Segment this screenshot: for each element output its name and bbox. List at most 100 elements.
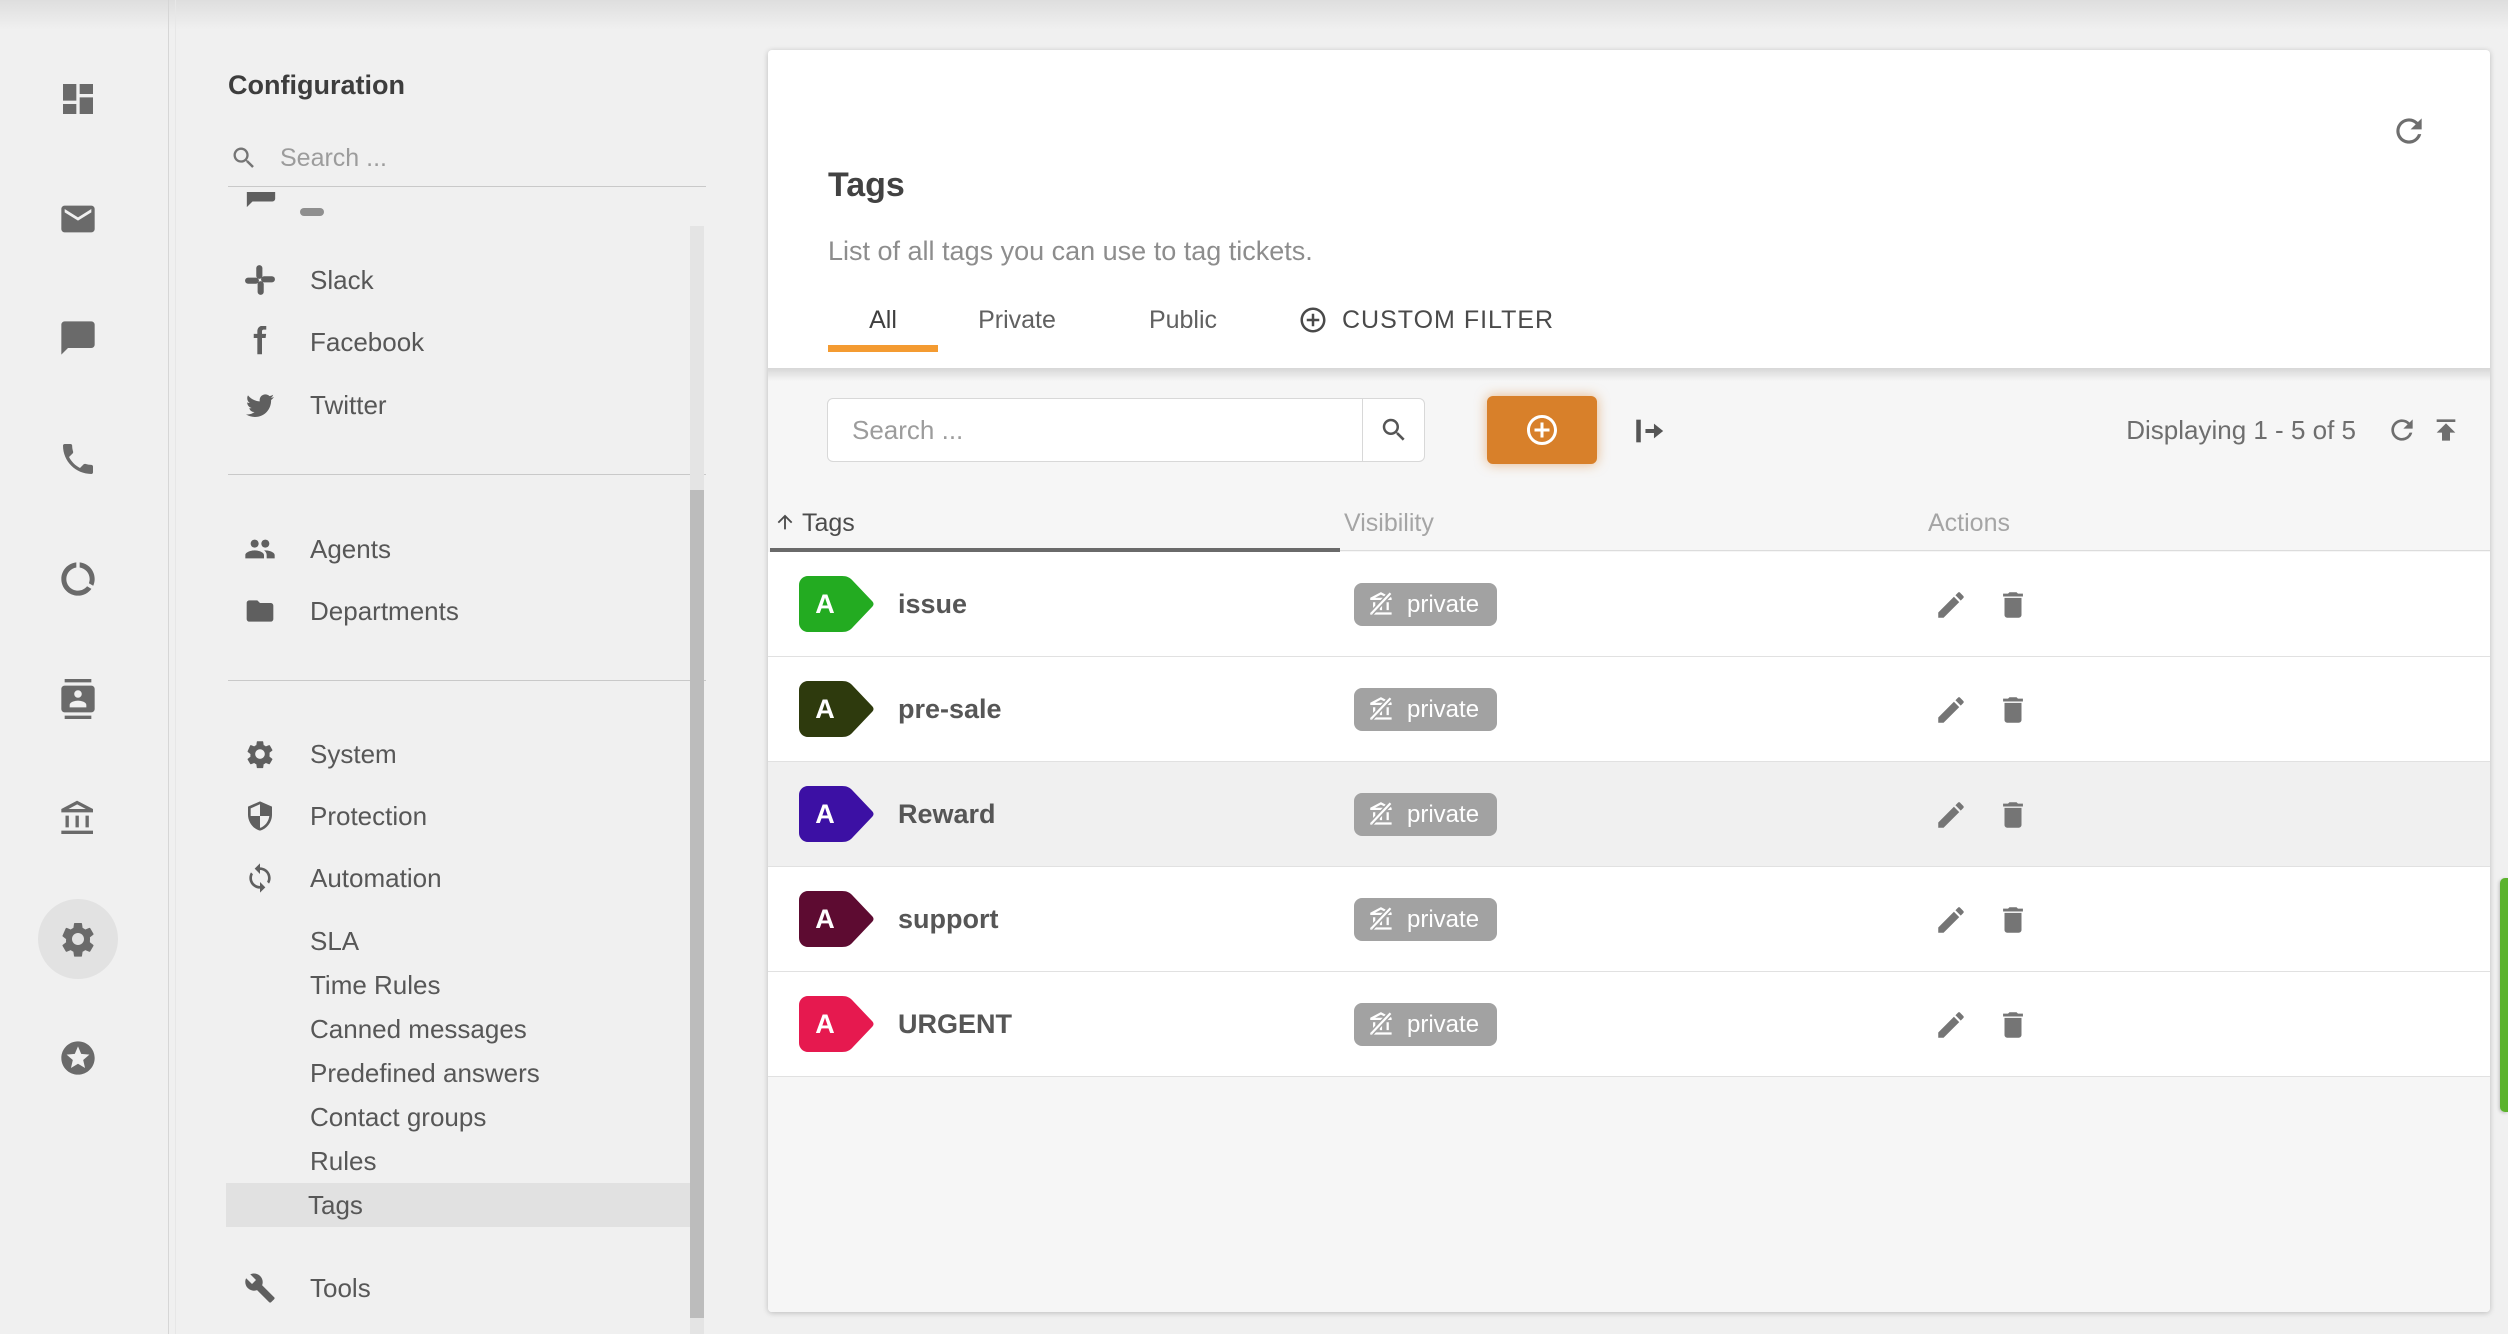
table-search bbox=[827, 398, 1425, 462]
sub-item-sla[interactable]: SLA bbox=[228, 919, 690, 963]
nav-item-protection[interactable]: Protection bbox=[228, 791, 690, 841]
bank-icon bbox=[61, 800, 93, 834]
chat-widget-edge[interactable] bbox=[2500, 878, 2508, 1112]
visibility-badge: private bbox=[1354, 1003, 1498, 1046]
list-refresh-button[interactable] bbox=[2380, 408, 2424, 452]
visibility-label: private bbox=[1407, 1010, 1480, 1038]
rail-reports-button[interactable] bbox=[38, 539, 118, 619]
edit-button[interactable] bbox=[1934, 1008, 1968, 1042]
card-refresh-button[interactable] bbox=[2390, 112, 2430, 152]
nav-item-agents[interactable]: Agents bbox=[228, 524, 690, 574]
rail-billing-button[interactable] bbox=[38, 779, 118, 859]
export-icon bbox=[1636, 419, 1664, 443]
sub-item-tags-selected[interactable]: Tags bbox=[226, 1183, 692, 1227]
rail-starred-button[interactable] bbox=[38, 1018, 118, 1098]
tag-rows: A issue private A pre-sale private A Rew… bbox=[768, 552, 2490, 1077]
nav-item-partial[interactable] bbox=[228, 192, 668, 218]
sub-item-canned-messages[interactable]: Canned messages bbox=[228, 1007, 690, 1051]
rail-chat-button[interactable] bbox=[38, 298, 118, 378]
tab-all[interactable]: All bbox=[828, 288, 938, 352]
visibility-badge: private bbox=[1354, 793, 1498, 836]
twitter-icon bbox=[246, 394, 274, 417]
table-search-input[interactable] bbox=[828, 399, 1362, 461]
rail-divider bbox=[168, 0, 169, 1334]
partial-channel-icon bbox=[246, 192, 276, 208]
table-row[interactable]: A support private bbox=[768, 867, 2490, 972]
nav-item-departments[interactable]: Departments bbox=[228, 586, 690, 636]
tag-letter: A bbox=[815, 1008, 835, 1039]
table-row[interactable]: A pre-sale private bbox=[768, 657, 2490, 762]
nav-item-facebook[interactable]: Facebook bbox=[228, 317, 690, 367]
nav-item-slack[interactable]: Slack bbox=[228, 255, 690, 305]
configuration-search bbox=[230, 138, 690, 178]
rail-phone-button[interactable] bbox=[38, 419, 118, 499]
visibility-label: private bbox=[1407, 905, 1480, 933]
nav-item-tools[interactable]: Tools bbox=[228, 1263, 690, 1313]
rail-dashboard-button[interactable] bbox=[38, 59, 118, 139]
column-header-actions[interactable]: Actions bbox=[1928, 509, 2010, 538]
delete-button[interactable] bbox=[1996, 588, 2030, 622]
edit-button[interactable] bbox=[1934, 693, 1968, 727]
config-divider-3 bbox=[228, 680, 706, 681]
rail-contacts-button[interactable] bbox=[38, 659, 118, 739]
plus-circle-icon bbox=[1300, 307, 1326, 333]
column-header-tags[interactable]: Tags bbox=[777, 509, 855, 538]
tag-name: URGENT bbox=[898, 1009, 1012, 1039]
tabs-bar: All Private Public CUSTOM FILTER bbox=[828, 288, 1584, 352]
active-tab-underline bbox=[828, 345, 938, 352]
sub-item-time-rules[interactable]: Time Rules bbox=[228, 963, 690, 1007]
rail-mail-button[interactable] bbox=[38, 179, 118, 259]
private-slash-icon bbox=[1369, 696, 1393, 721]
edit-icon bbox=[1938, 907, 1964, 933]
sub-item-label: Time Rules bbox=[310, 969, 441, 1000]
sub-item-label: Predefined answers bbox=[310, 1057, 540, 1088]
paging-controls: Displaying 1 - 5 of 5 bbox=[2126, 398, 2468, 462]
sub-item-label: SLA bbox=[310, 925, 360, 956]
export-button[interactable] bbox=[1624, 406, 1674, 456]
edit-button[interactable] bbox=[1934, 903, 1968, 937]
sub-item-rules[interactable]: Rules bbox=[228, 1139, 690, 1183]
sub-item-predefined-answers[interactable]: Predefined answers bbox=[228, 1051, 690, 1095]
delete-button[interactable] bbox=[1996, 693, 2030, 727]
partial-label-remnant bbox=[300, 208, 324, 216]
nav-item-twitter[interactable]: Twitter bbox=[228, 380, 690, 430]
tab-custom-filter[interactable]: CUSTOM FILTER bbox=[1270, 288, 1584, 352]
sort-up-icon bbox=[777, 514, 793, 530]
tab-label: All bbox=[869, 305, 897, 334]
page-description: List of all tags you can use to tag tick… bbox=[828, 236, 1313, 266]
config-scrollbar-thumb[interactable] bbox=[690, 490, 704, 1318]
page-title: Tags bbox=[828, 166, 905, 204]
table-search-button[interactable] bbox=[1362, 399, 1424, 461]
rail-settings-button[interactable] bbox=[38, 899, 118, 979]
delete-button[interactable] bbox=[1996, 903, 2030, 937]
loop-icon bbox=[249, 863, 271, 893]
sub-item-contact-groups[interactable]: Contact groups bbox=[228, 1095, 690, 1139]
tag-color-badge: A bbox=[798, 995, 876, 1053]
private-slash-icon bbox=[1369, 906, 1393, 931]
tab-label: Public bbox=[1148, 305, 1218, 334]
tag-letter: A bbox=[815, 903, 835, 934]
configuration-search-input[interactable] bbox=[280, 143, 640, 173]
edit-button[interactable] bbox=[1934, 798, 1968, 832]
tab-private[interactable]: Private bbox=[938, 288, 1096, 352]
delete-button[interactable] bbox=[1996, 1008, 2030, 1042]
table-section: Displaying 1 - 5 of 5 Tags Visibility Ac… bbox=[768, 368, 2490, 1312]
nav-label: Twitter bbox=[310, 389, 387, 420]
table-row[interactable]: A Reward private bbox=[768, 762, 2490, 867]
tag-letter: A bbox=[815, 588, 835, 619]
column-header-visibility[interactable]: Visibility bbox=[1344, 509, 1434, 538]
nav-item-automation[interactable]: Automation bbox=[228, 853, 690, 903]
delete-button[interactable] bbox=[1996, 798, 2030, 832]
tab-public[interactable]: Public bbox=[1096, 288, 1270, 352]
search-icon bbox=[233, 147, 254, 168]
add-tag-button[interactable] bbox=[1487, 396, 1597, 464]
scroll-top-button[interactable] bbox=[2424, 408, 2468, 452]
table-row[interactable]: A URGENT private bbox=[768, 972, 2490, 1077]
nav-item-system[interactable]: System bbox=[228, 729, 690, 779]
nav-label: Departments bbox=[310, 595, 459, 626]
edit-button[interactable] bbox=[1934, 588, 1968, 622]
mail-icon bbox=[61, 205, 95, 233]
tag-name: pre-sale bbox=[898, 694, 1002, 724]
table-row[interactable]: A issue private bbox=[768, 552, 2490, 657]
configuration-title: Configuration bbox=[228, 70, 405, 100]
